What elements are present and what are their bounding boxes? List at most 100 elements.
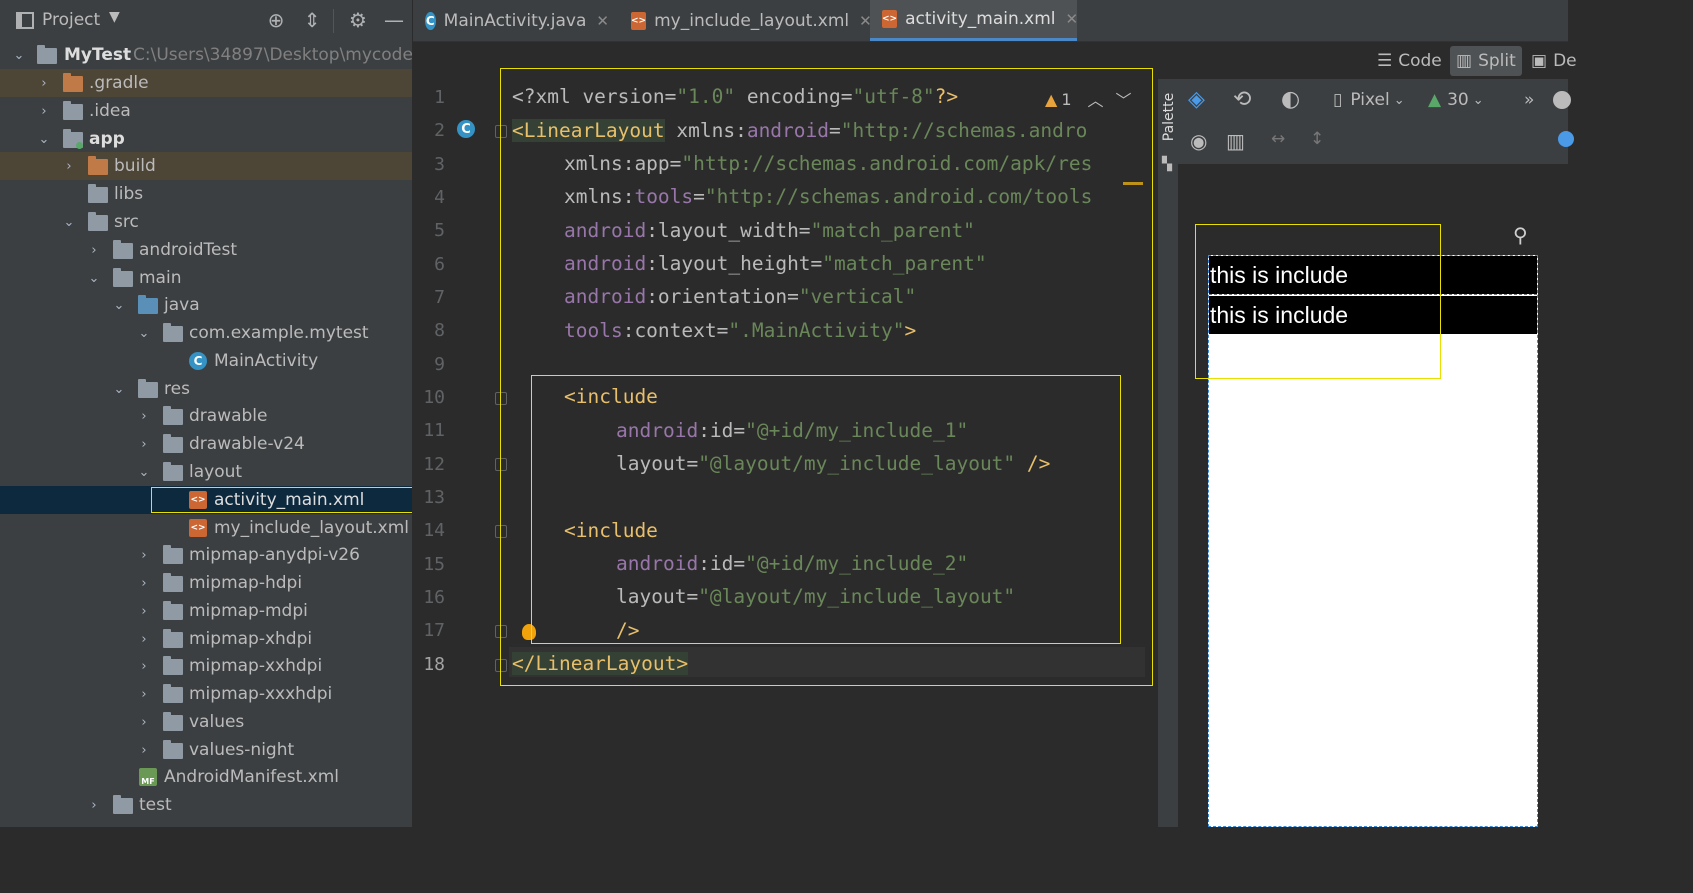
chevron-right-icon[interactable]: ›: [136, 603, 152, 619]
chevron-down-icon[interactable]: ⌄: [36, 131, 52, 147]
fold-marker[interactable]: [495, 125, 507, 138]
chevron-up-icon[interactable]: ︿: [1088, 87, 1104, 111]
chevron-down-icon[interactable]: ⌄: [111, 297, 127, 313]
tree-item-mainactivity[interactable]: C MainActivity: [0, 347, 412, 375]
close-icon[interactable]: ✕: [1065, 10, 1078, 28]
tree-item-my-include-layout[interactable]: <> my_include_layout.xml: [0, 514, 412, 542]
tab-my-include-layout[interactable]: <> my_include_layout.xml ✕: [619, 0, 872, 41]
project-view-icon[interactable]: [16, 12, 34, 29]
tree-item-mipmap-xhdpi[interactable]: › mipmap-xhdpi: [0, 625, 412, 653]
tree-item-package[interactable]: ⌄ com.example.mytest: [0, 319, 412, 347]
blueprint-icon[interactable]: ▥: [1226, 129, 1245, 153]
tab-mainactivity-java[interactable]: C MainActivity.java ✕: [413, 0, 619, 41]
tree-item-test[interactable]: › test: [0, 791, 412, 819]
tree-item-mipmap-xxhdpi[interactable]: › mipmap-xxhdpi: [0, 652, 412, 680]
design-view-button[interactable]: ▣ De: [1525, 46, 1583, 76]
chevron-down-icon[interactable]: ⌄: [61, 214, 77, 230]
tree-item-values-night[interactable]: › values-night: [0, 736, 412, 764]
tree-item-build[interactable]: › build: [0, 152, 412, 180]
class-gutter-icon[interactable]: C: [457, 120, 475, 138]
tree-item-activity-main[interactable]: <> activity_main.xml: [0, 486, 412, 514]
tree-item-app[interactable]: ⌄ app: [0, 125, 412, 153]
tree-item-values[interactable]: › values: [0, 708, 412, 736]
palette-strip[interactable]: Palette ▚: [1158, 79, 1178, 827]
night-mode-icon[interactable]: ◐: [1281, 87, 1300, 112]
minimize-icon[interactable]: —: [383, 8, 405, 32]
fold-marker[interactable]: [495, 659, 507, 672]
tree-item-java[interactable]: ⌄ java: [0, 291, 412, 319]
chevron-down-icon[interactable]: ⌄: [136, 464, 152, 480]
chevron-right-icon[interactable]: ›: [136, 575, 152, 591]
chevron-down-icon[interactable]: ⌄: [136, 325, 152, 341]
tree-item-label: MainActivity: [214, 351, 319, 371]
eye-icon[interactable]: ◉: [1190, 129, 1207, 153]
palette-label[interactable]: Palette: [1161, 92, 1177, 142]
code-editor[interactable]: 1 2 3 4 5 6 7 8 9 10 11 12 13 14 15 16 1…: [413, 68, 1158, 827]
tree-item-res[interactable]: ⌄ res: [0, 375, 412, 403]
tree-item-idea[interactable]: › .idea: [0, 97, 412, 125]
code-view-button[interactable]: ☰ Code: [1371, 46, 1448, 76]
chevron-down-icon[interactable]: ▼: [109, 9, 120, 25]
tree-item-mipmap-anydpi[interactable]: › mipmap-anydpi-v26: [0, 541, 412, 569]
close-icon[interactable]: ✕: [596, 12, 609, 30]
tree-item-mipmap-xxxhdpi[interactable]: › mipmap-xxxhdpi: [0, 680, 412, 708]
horizontal-resize-icon[interactable]: ↔: [1271, 129, 1285, 149]
tree-item-androidtest[interactable]: › androidTest: [0, 236, 412, 264]
tree-item-src[interactable]: ⌄ src: [0, 208, 412, 236]
layers-icon[interactable]: ◈: [1188, 87, 1205, 112]
collapse-all-icon[interactable]: ⇕: [301, 8, 323, 32]
tab-activity-main[interactable]: <> activity_main.xml ✕: [870, 0, 1078, 41]
chevron-down-icon[interactable]: ⌄: [11, 47, 27, 63]
tree-item-libs[interactable]: libs: [0, 180, 412, 208]
chevron-right-icon[interactable]: ›: [136, 742, 152, 758]
fold-marker[interactable]: [495, 392, 507, 405]
more-icon[interactable]: »: [1524, 90, 1534, 110]
chevron-right-icon[interactable]: ›: [136, 547, 152, 563]
include-preview-1[interactable]: this is include: [1209, 256, 1537, 294]
phone-icon: ▯: [1333, 90, 1343, 110]
chevron-right-icon[interactable]: ›: [136, 436, 152, 452]
vertical-resize-icon[interactable]: ↕: [1310, 129, 1324, 149]
chevron-right-icon[interactable]: ›: [36, 103, 52, 119]
tree-item-main[interactable]: ⌄ main: [0, 264, 412, 292]
issues-icon[interactable]: [1553, 91, 1571, 109]
chevron-down-icon[interactable]: ⌄: [111, 381, 127, 397]
chevron-right-icon[interactable]: ›: [136, 658, 152, 674]
tree-item-layout[interactable]: ⌄ layout: [0, 458, 412, 486]
chevron-right-icon[interactable]: ›: [136, 408, 152, 424]
tree-item-manifest[interactable]: MF AndroidManifest.xml: [0, 763, 412, 791]
crosshair-icon[interactable]: ⊕: [265, 8, 287, 32]
help-icon[interactable]: [1558, 131, 1574, 147]
fold-marker[interactable]: [495, 625, 507, 638]
inspection-widget[interactable]: ▲ 1 ︿ ﹀: [1045, 87, 1132, 111]
chevron-right-icon[interactable]: ›: [86, 797, 102, 813]
chevron-down-icon[interactable]: ⌄: [86, 270, 102, 286]
project-view-selector[interactable]: Project: [42, 10, 100, 30]
chevron-right-icon[interactable]: ›: [86, 242, 102, 258]
orientation-icon[interactable]: ⟲: [1233, 87, 1251, 112]
chevron-right-icon[interactable]: ›: [136, 686, 152, 702]
fold-marker[interactable]: [495, 525, 507, 538]
tree-item-mipmap-mdpi[interactable]: › mipmap-mdpi: [0, 597, 412, 625]
chevron-right-icon[interactable]: ›: [136, 714, 152, 730]
split-view-button[interactable]: ▥ Split: [1450, 46, 1522, 76]
pin-icon[interactable]: ⚲: [1513, 223, 1528, 247]
chevron-right-icon[interactable]: ›: [36, 75, 52, 91]
chevron-right-icon[interactable]: ›: [136, 631, 152, 647]
tree-item-root[interactable]: ⌄ MyTest C:\Users\34897\Desktop\mycodedi: [0, 41, 412, 69]
code-token: :layout_width=: [646, 219, 811, 242]
lightbulb-icon[interactable]: [522, 624, 536, 640]
folder-icon: [163, 712, 183, 731]
chevron-right-icon[interactable]: ›: [61, 158, 77, 174]
gear-icon[interactable]: ⚙: [347, 8, 369, 32]
fold-marker[interactable]: [495, 458, 507, 471]
tree-item-mipmap-hdpi[interactable]: › mipmap-hdpi: [0, 569, 412, 597]
include-preview-2[interactable]: this is include: [1209, 296, 1537, 334]
tree-item-gradle[interactable]: › .gradle: [0, 69, 412, 97]
tree-item-drawable[interactable]: › drawable: [0, 402, 412, 430]
device-preview[interactable]: this is include this is include: [1208, 255, 1538, 827]
tree-item-drawable-v24[interactable]: › drawable-v24: [0, 430, 412, 458]
device-selector[interactable]: ▯ Pixel ⌄: [1333, 90, 1405, 110]
api-selector[interactable]: ▲ 30 ⌄: [1428, 90, 1484, 110]
chevron-down-icon[interactable]: ﹀: [1116, 87, 1132, 111]
